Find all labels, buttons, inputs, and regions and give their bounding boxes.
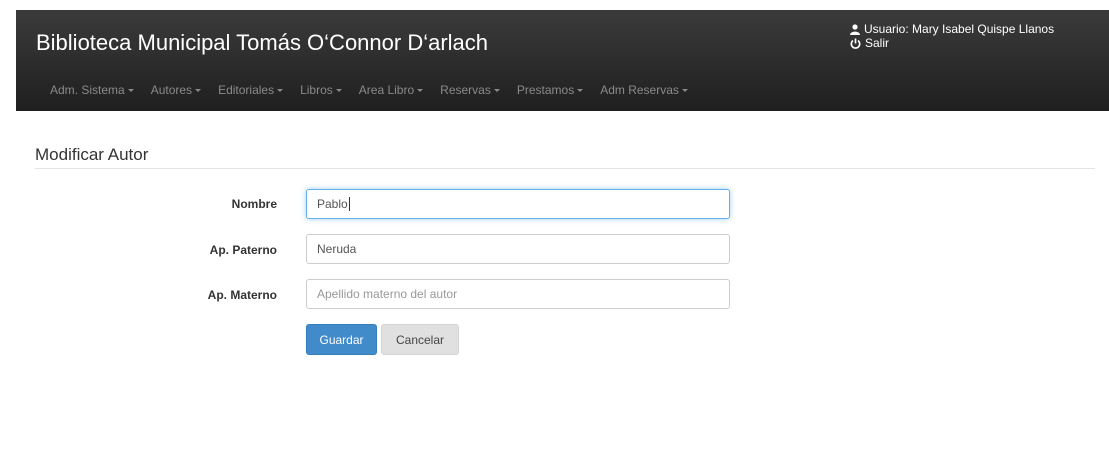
menu-libros[interactable]: Libros: [300, 83, 342, 97]
menu-adm-reservas[interactable]: Adm Reservas: [600, 83, 688, 97]
page-title: Modificar Autor: [35, 145, 149, 164]
caret-down-icon: [577, 88, 584, 92]
nombre-label: Nombre: [231, 197, 277, 211]
caret-down-icon: [493, 88, 500, 92]
user-row: Usuario: Mary Isabel Quispe Llanos: [850, 22, 1054, 36]
caret-down-icon: [195, 88, 202, 92]
caret-down-icon: [681, 88, 688, 92]
text-cursor: [348, 197, 350, 211]
nombre-value: Pablo: [317, 197, 348, 211]
menu-prestamos[interactable]: Prestamos: [517, 83, 584, 97]
main-menu: Adm. Sistema Autores Editoriales Libros …: [50, 83, 705, 97]
user-box: Usuario: Mary Isabel Quispe Llanos Salir: [850, 22, 1054, 50]
caret-down-icon: [127, 88, 134, 92]
ap-materno-input[interactable]: Apellido materno del autor: [306, 279, 730, 309]
logout-link[interactable]: Salir: [850, 36, 1054, 50]
caret-down-icon: [335, 88, 342, 92]
cancel-button[interactable]: Cancelar: [381, 324, 459, 355]
site-brand[interactable]: Biblioteca Municipal Tomás O‘Connor D‘ar…: [36, 30, 488, 56]
ap-materno-placeholder: Apellido materno del autor: [317, 287, 458, 301]
save-button[interactable]: Guardar: [306, 324, 377, 355]
logout-label[interactable]: Salir: [865, 36, 889, 50]
menu-area-libro[interactable]: Area Libro: [359, 83, 424, 97]
user-name: Usuario: Mary Isabel Quispe Llanos: [864, 22, 1055, 36]
menu-editoriales[interactable]: Editoriales: [218, 83, 284, 97]
power-icon: [850, 38, 861, 49]
ap-materno-label: Ap. Materno: [207, 288, 277, 302]
ap-paterno-input[interactable]: Neruda: [306, 234, 730, 264]
caret-down-icon: [417, 88, 424, 92]
ap-paterno-label: Ap. Paterno: [209, 243, 277, 257]
menu-adm-sistema[interactable]: Adm. Sistema: [50, 83, 134, 97]
ap-paterno-value: Neruda: [317, 242, 357, 256]
caret-down-icon: [277, 88, 284, 92]
top-navbar: Biblioteca Municipal Tomás O‘Connor D‘ar…: [16, 10, 1109, 111]
user-icon: [850, 23, 860, 35]
menu-reservas[interactable]: Reservas: [440, 83, 500, 97]
title-divider: [35, 168, 1095, 169]
nombre-input[interactable]: Pablo: [306, 189, 730, 219]
menu-autores[interactable]: Autores: [151, 83, 202, 97]
